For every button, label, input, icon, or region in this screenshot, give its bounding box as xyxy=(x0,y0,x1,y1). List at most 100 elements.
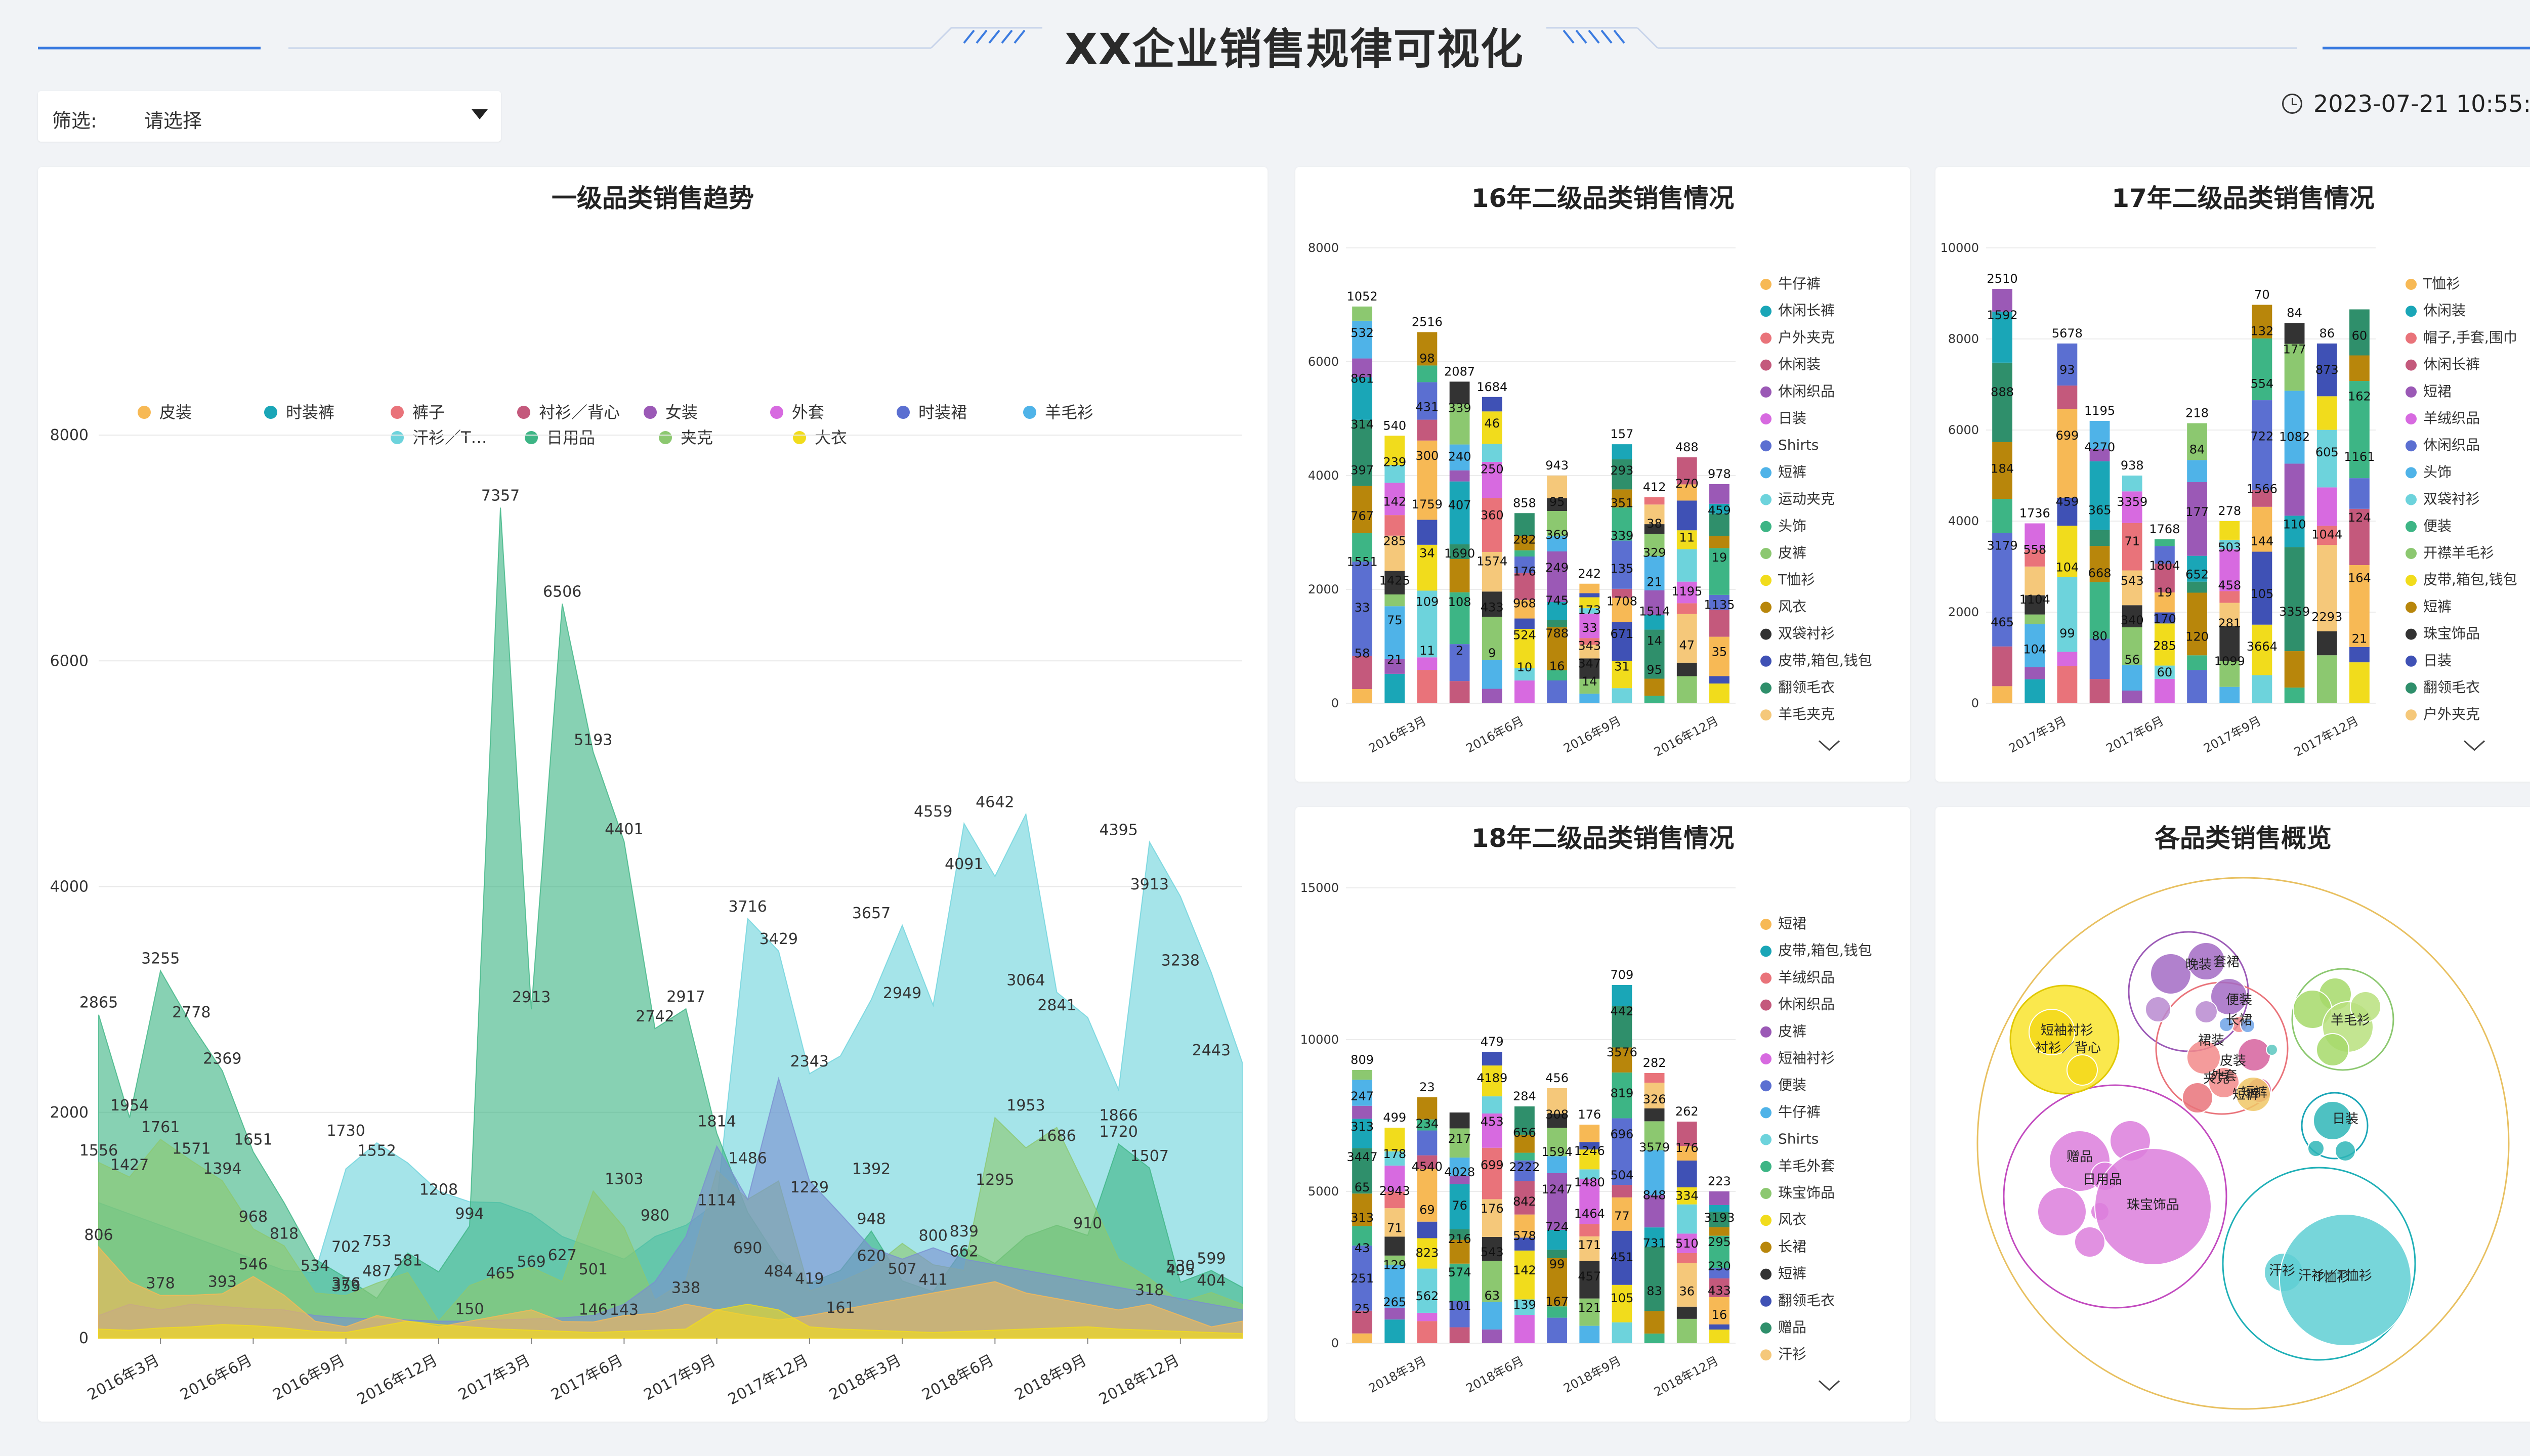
bar-top-label: 1195 xyxy=(2084,404,2115,418)
data-label: 6506 xyxy=(543,583,581,601)
bar-segment xyxy=(2187,581,2207,593)
legend-marker xyxy=(1760,279,1772,290)
bar-inner-label: 1135 xyxy=(1704,597,1735,612)
x-tick-label: 2017年9月 xyxy=(641,1351,719,1404)
bar-inner-label: 457 xyxy=(1578,1269,1601,1283)
legend-marker xyxy=(2406,306,2417,317)
bar-segment xyxy=(1449,559,1470,592)
data-label: 419 xyxy=(795,1270,824,1288)
bubble-label: 日用品 xyxy=(2083,1172,2122,1187)
bar-inner-label: 351 xyxy=(1611,496,1634,510)
bar-segment xyxy=(1579,1325,1600,1343)
bar-inner-label: 326 xyxy=(1643,1092,1666,1106)
bar-inner-label: 842 xyxy=(1513,1194,1536,1209)
bar-inner-label: 442 xyxy=(1611,1004,1634,1018)
bar-inner-label: 19 xyxy=(1712,550,1727,565)
legend-marker xyxy=(1760,1053,1772,1064)
bar-inner-label: 21 xyxy=(1387,653,1403,667)
bar-inner-label: 1514 xyxy=(1639,604,1670,618)
bar-inner-label: 3359 xyxy=(2117,495,2147,509)
bar-segment xyxy=(1709,484,1730,504)
bar-segment xyxy=(1352,689,1372,703)
data-label: 2949 xyxy=(883,984,921,1002)
legend-marker xyxy=(2406,279,2417,290)
data-label: 3238 xyxy=(1161,952,1200,970)
bar-inner-label: 176 xyxy=(1481,1202,1504,1216)
panel-y16: 16年二级品类销售情况 0 2000 4000 6000 8000 532 861 314 39… xyxy=(1295,167,1910,782)
bar-inner-label: 176 xyxy=(1513,564,1536,578)
data-label: 1720 xyxy=(1099,1123,1137,1141)
data-label: 530 xyxy=(1166,1258,1195,1275)
y-tick-label: 0 xyxy=(1331,1336,1339,1350)
bar-inner-label: 3447 xyxy=(1347,1150,1378,1164)
y-tick-label: 6000 xyxy=(1308,355,1339,369)
bar-segment xyxy=(1644,497,1665,505)
y-tick-label: 2000 xyxy=(1948,605,1979,619)
x-tick-label: 2018年9月 xyxy=(1561,1354,1623,1396)
y17-stacked-bar-chart[interactable]: 0 2000 4000 6000 8000 10000 1592 888 184 3179 465 2… xyxy=(1935,167,2530,782)
filter-dropdown[interactable]: 筛选: 请选择 xyxy=(38,91,501,142)
bar-inner-label: 80 xyxy=(2092,629,2107,644)
legend-label: 日用品 xyxy=(546,428,595,447)
bar-segment xyxy=(2219,591,2240,603)
legend-marker xyxy=(1760,682,1772,694)
bar-inner-label: 848 xyxy=(1643,1188,1666,1203)
legend-marker xyxy=(897,406,910,419)
bar-inner-label: 888 xyxy=(1991,385,2014,399)
bubble-label: 珠宝饰品 xyxy=(2127,1197,2179,1213)
bar-inner-label: 407 xyxy=(1448,498,1471,512)
data-label: 702 xyxy=(331,1238,360,1256)
bar-inner-label: 58 xyxy=(1355,646,1370,660)
bar-inner-label: 121 xyxy=(1578,1301,1601,1315)
bar-inner-label: 250 xyxy=(1481,462,1504,477)
trend-area-chart[interactable]: 皮装 时装裤 裤子 衬衫／背心 女装 外套 时装裙 羊毛衫汗衫／T… 日用品 夹克 大衣 0 2000 4… xyxy=(38,167,1268,1422)
bar-segment xyxy=(2284,391,2305,464)
data-label: 1761 xyxy=(141,1119,180,1136)
bar-inner-label: 142 xyxy=(1513,1263,1536,1277)
legend-marker xyxy=(2406,521,2417,532)
bar-inner-label: 99 xyxy=(1549,1257,1565,1271)
legend-label: 休闲织品 xyxy=(2423,437,2480,453)
y16-stacked-bar-chart[interactable]: 0 2000 4000 6000 8000 532 861 314 397 767 1551 33 58… xyxy=(1295,167,1910,782)
legend-label: 风衣 xyxy=(1778,598,1806,615)
data-label: 161 xyxy=(826,1299,855,1317)
bar-inner-label: 33 xyxy=(1582,621,1597,635)
bar-segment xyxy=(2057,409,2078,498)
data-label: 7357 xyxy=(481,487,520,504)
bar-inner-label: 95 xyxy=(1549,495,1565,509)
chevron-down-icon[interactable] xyxy=(472,109,488,119)
bar-inner-label: 19 xyxy=(2157,585,2173,599)
legend-label: 帽子,手套,围巾 xyxy=(2423,329,2517,346)
data-label: 690 xyxy=(733,1239,762,1257)
bar-segment xyxy=(1417,1130,1438,1155)
legend-label: 户外夹克 xyxy=(2423,706,2480,722)
data-label: 393 xyxy=(208,1273,237,1291)
x-tick-label: 2016年6月 xyxy=(1464,714,1526,756)
filter-select-value[interactable]: 请选择 xyxy=(144,105,202,133)
bar-segment xyxy=(1579,1125,1600,1142)
bar-inner-label: 16 xyxy=(1549,659,1565,673)
category-bubble-chart[interactable]: 晚装 套裙便装短袖衬衫衬衫／背心羊毛衫裙装皮装夹克短裤短裤日用品赠品珠宝饰品日装汗… xyxy=(1935,807,2530,1422)
bar-top-label: 282 xyxy=(1643,1056,1666,1070)
bar-top-label: 2087 xyxy=(1444,364,1475,378)
bar-segment xyxy=(2025,566,2045,595)
bar-segment xyxy=(2057,666,2078,703)
bar-inner-label: 451 xyxy=(1611,1250,1634,1264)
bar-inner-label: 554 xyxy=(2251,376,2274,391)
bar-inner-label: 230 xyxy=(1708,1259,1731,1273)
data-label: 546 xyxy=(239,1256,268,1273)
bar-inner-label: 767 xyxy=(1351,509,1374,523)
bar-segment xyxy=(1644,1108,1665,1122)
bar-top-label: 5678 xyxy=(2052,326,2083,340)
bar-inner-label: 340 xyxy=(2121,613,2144,627)
bar-segment xyxy=(1514,1152,1535,1161)
bar-inner-label: 83 xyxy=(1647,1284,1662,1298)
y18-stacked-bar-chart[interactable]: 0 5000 10000 15000 247 313 3447 65 313 43 251 25 809… xyxy=(1295,807,1910,1422)
data-label: 487 xyxy=(362,1262,391,1280)
bar-segment xyxy=(1417,1221,1438,1238)
bar-inner-label: 177 xyxy=(2185,505,2209,519)
bar-inner-label: 503 xyxy=(2218,540,2241,554)
legend-label: 休闲装 xyxy=(1778,356,1821,373)
bar-inner-label: 47 xyxy=(1679,638,1695,653)
bar-inner-label: 21 xyxy=(1647,575,1662,589)
